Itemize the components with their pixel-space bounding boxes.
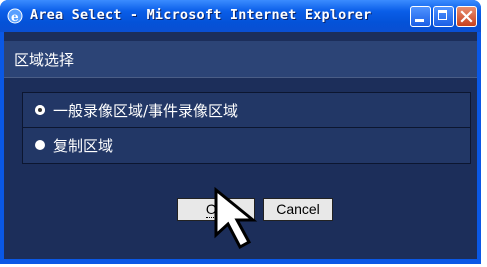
title-bar[interactable]: e Area Select - Microsoft Internet Explo… [0,0,481,32]
pointer-cursor-icon [214,187,258,250]
option-copy-area[interactable]: 复制区域 [23,128,470,162]
options-panel: 一般录像区域/事件录像区域 复制区域 [22,92,471,164]
option-normal-event-area[interactable]: 一般录像区域/事件录像区域 [23,93,470,128]
svg-text:e: e [11,10,19,24]
radio-checked-icon[interactable] [35,105,45,115]
option-label: 一般录像区域/事件录像区域 [53,102,239,120]
close-icon[interactable] [456,6,477,27]
radio-icon[interactable] [35,140,45,150]
window-title: Area Select - Microsoft Internet Explore… [30,7,372,23]
page-header: 区域选择 [4,41,477,77]
ie-icon: e [7,8,23,24]
maximize-icon[interactable] [433,6,454,27]
divider [4,77,477,78]
minimize-icon[interactable] [410,6,431,27]
cancel-button[interactable]: Cancel [263,198,333,221]
option-label: 复制区域 [53,137,114,155]
page-title: 区域选择 [14,51,75,69]
